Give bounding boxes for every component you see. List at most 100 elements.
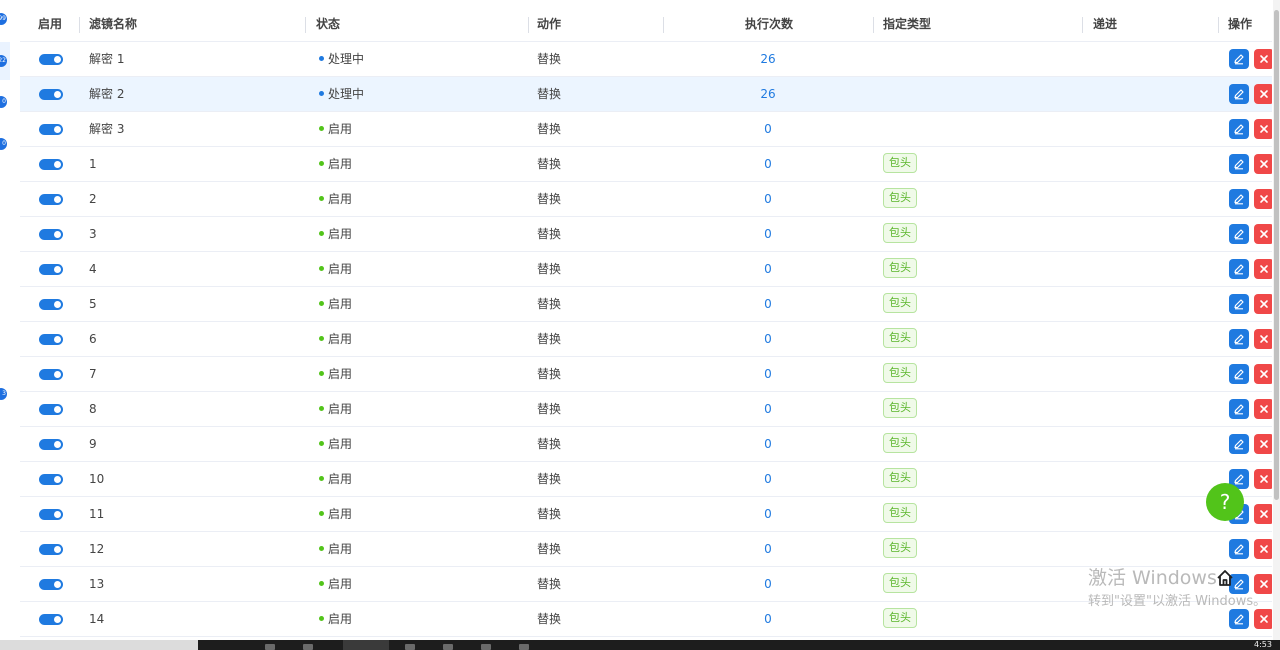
exec-count: 26 <box>760 87 776 101</box>
action-cell: 替换 <box>537 297 562 311</box>
enable-toggle[interactable] <box>39 54 63 65</box>
exec-count: 0 <box>764 612 772 626</box>
delete-button[interactable] <box>1254 329 1272 349</box>
exec-count: 0 <box>764 192 772 206</box>
type-tag: 包头 <box>883 608 917 628</box>
table-row[interactable]: 解密 2 处理中 替换 26 <box>20 77 1272 112</box>
edit-button[interactable] <box>1229 259 1249 279</box>
table-row[interactable]: 13 启用 替换 0 包头 <box>20 567 1272 602</box>
filter-name: 5 <box>89 297 97 311</box>
exec-count: 0 <box>764 402 772 416</box>
edit-button[interactable] <box>1229 84 1249 104</box>
edit-button[interactable] <box>1229 434 1249 454</box>
enable-toggle[interactable] <box>39 369 63 380</box>
edit-button[interactable] <box>1229 539 1249 559</box>
delete-button[interactable] <box>1254 504 1272 524</box>
exec-count: 26 <box>760 52 776 66</box>
table-row[interactable]: 12 启用 替换 0 包头 <box>20 532 1272 567</box>
delete-button[interactable] <box>1254 259 1272 279</box>
delete-button[interactable] <box>1254 84 1272 104</box>
enable-toggle[interactable] <box>39 194 63 205</box>
delete-button[interactable] <box>1254 294 1272 314</box>
delete-button[interactable] <box>1254 399 1272 419</box>
edit-button[interactable] <box>1229 329 1249 349</box>
delete-button[interactable] <box>1254 119 1272 139</box>
table-row[interactable]: 5 启用 替换 0 包头 <box>20 287 1272 322</box>
status-dot <box>319 56 324 61</box>
left-strip: 99 22 0 0 3 <box>0 0 20 640</box>
delete-button[interactable] <box>1254 189 1272 209</box>
enable-toggle[interactable] <box>39 579 63 590</box>
status-text: 启用 <box>328 472 353 486</box>
edit-button[interactable] <box>1229 294 1249 314</box>
enable-toggle[interactable] <box>39 159 63 170</box>
table-row[interactable]: 解密 3 启用 替换 0 <box>20 112 1272 147</box>
table-row[interactable]: 8 启用 替换 0 包头 <box>20 392 1272 427</box>
edit-button[interactable] <box>1229 189 1249 209</box>
delete-button[interactable] <box>1254 469 1272 489</box>
enable-toggle[interactable] <box>39 474 63 485</box>
left-badge: 3 <box>0 388 7 400</box>
table-row[interactable]: 11 启用 替换 0 包头 <box>20 497 1272 532</box>
taskbar-app-icon[interactable] <box>405 644 415 650</box>
edit-button[interactable] <box>1229 399 1249 419</box>
table-row[interactable]: 4 启用 替换 0 包头 <box>20 252 1272 287</box>
exec-count: 0 <box>764 577 772 591</box>
table-row[interactable]: 3 启用 替换 0 包头 <box>20 217 1272 252</box>
delete-button[interactable] <box>1254 154 1272 174</box>
table-row[interactable]: 10 启用 替换 0 包头 <box>20 462 1272 497</box>
taskbar-search-area[interactable] <box>0 640 198 650</box>
exec-count: 0 <box>764 297 772 311</box>
table-row[interactable]: 14 启用 替换 0 包头 <box>20 602 1272 637</box>
taskbar-app-icon[interactable] <box>443 644 453 650</box>
delete-button[interactable] <box>1254 609 1272 629</box>
delete-button[interactable] <box>1254 434 1272 454</box>
filter-name: 12 <box>89 542 105 556</box>
taskbar-app-icon[interactable] <box>303 644 313 650</box>
table-row[interactable]: 1 启用 替换 0 包头 <box>20 147 1272 182</box>
taskbar-app-icon[interactable] <box>265 644 275 650</box>
action-cell: 替换 <box>537 262 562 276</box>
type-tag: 包头 <box>883 188 917 208</box>
delete-button[interactable] <box>1254 539 1272 559</box>
home-icon[interactable] <box>1215 568 1235 591</box>
status-cell: 启用 <box>319 357 352 391</box>
edit-button[interactable] <box>1229 154 1249 174</box>
enable-toggle[interactable] <box>39 124 63 135</box>
status-dot <box>319 196 324 201</box>
edit-button[interactable] <box>1229 609 1249 629</box>
taskbar-app-icon[interactable] <box>481 644 491 650</box>
filter-name: 2 <box>89 192 97 206</box>
type-tag: 包头 <box>883 153 917 173</box>
table-row[interactable]: 2 启用 替换 0 包头 <box>20 182 1272 217</box>
enable-toggle[interactable] <box>39 89 63 100</box>
table-row[interactable]: 解密 1 处理中 替换 26 <box>20 42 1272 77</box>
exec-count: 0 <box>764 157 772 171</box>
table-row[interactable]: 6 启用 替换 0 包头 <box>20 322 1272 357</box>
delete-button[interactable] <box>1254 364 1272 384</box>
table-row[interactable]: 7 启用 替换 0 包头 <box>20 357 1272 392</box>
enable-toggle[interactable] <box>39 439 63 450</box>
scrollbar-thumb[interactable] <box>1274 10 1279 500</box>
enable-toggle[interactable] <box>39 544 63 555</box>
status-dot <box>319 476 324 481</box>
delete-button[interactable] <box>1254 224 1272 244</box>
edit-button[interactable] <box>1229 119 1249 139</box>
table-row[interactable]: 9 启用 替换 0 包头 <box>20 427 1272 462</box>
edit-button[interactable] <box>1229 364 1249 384</box>
enable-toggle[interactable] <box>39 229 63 240</box>
enable-toggle[interactable] <box>39 509 63 520</box>
enable-toggle[interactable] <box>39 404 63 415</box>
taskbar-active-app[interactable] <box>343 640 389 650</box>
status-cell: 处理中 <box>319 42 364 76</box>
taskbar-app-icon[interactable] <box>519 644 529 650</box>
help-button[interactable]: ? <box>1206 483 1244 521</box>
enable-toggle[interactable] <box>39 299 63 310</box>
enable-toggle[interactable] <box>39 614 63 625</box>
edit-button[interactable] <box>1229 224 1249 244</box>
header-divider <box>528 17 529 33</box>
delete-button[interactable] <box>1254 49 1272 69</box>
enable-toggle[interactable] <box>39 264 63 275</box>
edit-button[interactable] <box>1229 49 1249 69</box>
enable-toggle[interactable] <box>39 334 63 345</box>
